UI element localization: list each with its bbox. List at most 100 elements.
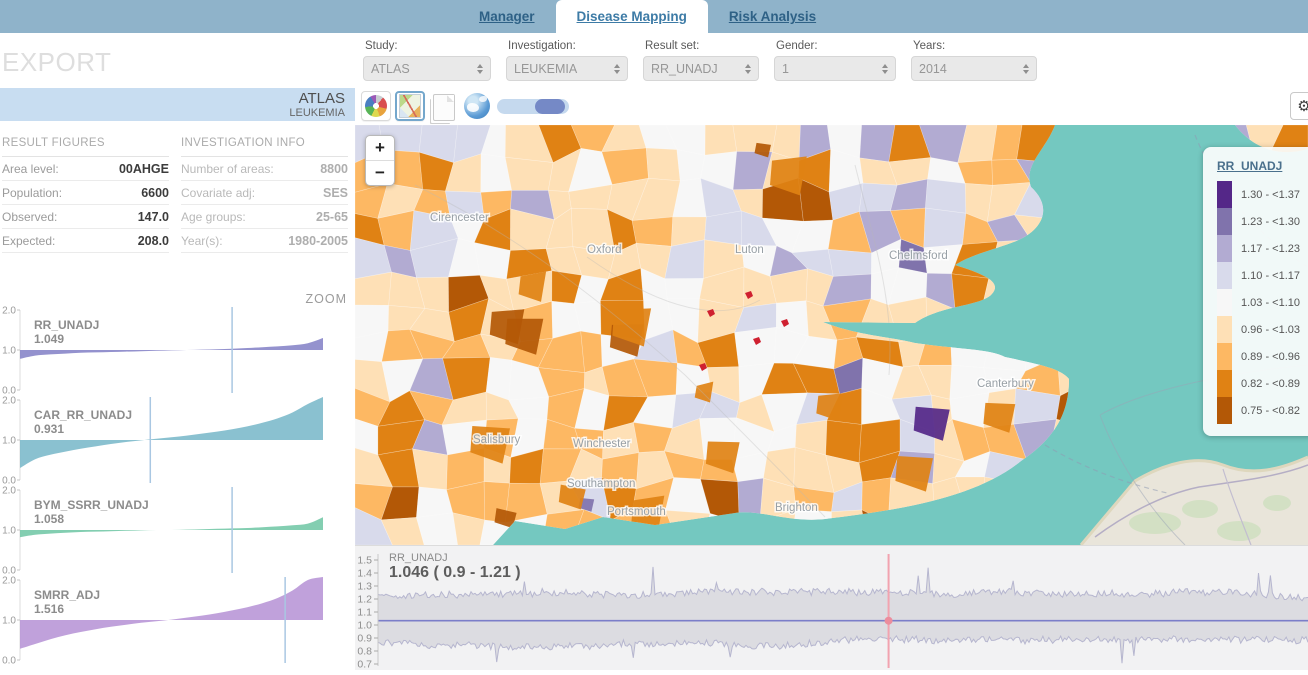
dist-chart-title: SMRR_ADJ: [34, 588, 100, 602]
legend-item: 1.30 - <1.37: [1217, 181, 1305, 208]
table-row: Number of areas: 8800: [181, 157, 348, 181]
stepper-arrows-icon: [477, 64, 483, 74]
export-report-button[interactable]: [433, 94, 455, 121]
row-value: 6600: [141, 186, 169, 200]
select-investigation[interactable]: LEUKEMIA: [506, 56, 628, 81]
stepper-arrows-icon: [882, 64, 888, 74]
row-value: 25-65: [316, 210, 348, 224]
table-row: Area level:00AHGE: [2, 157, 169, 181]
filter-investigation: Investigation: LEUKEMIA: [506, 40, 628, 81]
legend-item: 1.10 - <1.17: [1217, 262, 1305, 289]
city-label-portsmouth: Portsmouth: [607, 506, 666, 518]
row-label: Population:: [2, 186, 62, 200]
map-canvas[interactable]: CirencesterOxfordLutonChelmsfordCanterbu…: [355, 125, 1308, 545]
svg-text:1.0: 1.0: [2, 436, 16, 447]
legend-title: RR_UNADJ: [1217, 159, 1305, 173]
table-row: Observed:147.0: [2, 205, 169, 229]
map-zoom-in-button[interactable]: +: [366, 136, 394, 161]
choropleth-map[interactable]: CirencesterOxfordLutonChelmsfordCanterbu…: [355, 125, 1308, 545]
dist-chart-car-rr-unadj[interactable]: 2.01.00.0CAR_RR_UNADJ0.931: [0, 395, 355, 485]
select-study[interactable]: ATLAS: [363, 56, 491, 81]
rr-band-title: RR_UNADJ: [389, 552, 448, 564]
svg-text:1.0: 1.0: [2, 616, 16, 627]
select-value: 1: [782, 62, 789, 76]
select-gender[interactable]: 1: [774, 56, 896, 81]
svg-text:1.0: 1.0: [2, 526, 16, 537]
svg-text:0.9: 0.9: [357, 633, 372, 645]
map-zoom-out-button[interactable]: −: [366, 161, 394, 185]
tab-manager[interactable]: Manager: [458, 0, 556, 33]
select-years[interactable]: 2014: [911, 56, 1037, 81]
export-section-header[interactable]: EXPORT: [2, 47, 111, 78]
legend-swatch: [1217, 370, 1232, 397]
sidebar-panel: EXPORT ATLAS LEUKEMIA RESULT FIGURES Are…: [0, 33, 355, 670]
svg-text:0.8: 0.8: [357, 646, 372, 658]
stepper-arrows-icon: [1023, 64, 1029, 74]
filter-years: Years: 2014: [911, 40, 1037, 81]
filter-row: Study:ATLASInvestigation:LEUKEMIAResult …: [363, 40, 1037, 81]
svg-text:0.0: 0.0: [2, 566, 16, 576]
dist-chart-title: RR_UNADJ: [34, 318, 99, 332]
basemap-globe-button[interactable]: [464, 93, 490, 119]
map-options-toggle[interactable]: [497, 99, 569, 114]
study-banner-investigation: LEUKEMIA: [0, 107, 345, 120]
map-toolbar: ⚙: [355, 88, 1308, 125]
top-navigation-bar: ManagerDisease MappingRisk Analysis: [0, 0, 1308, 33]
choropleth-map-button[interactable]: [395, 91, 425, 121]
table-row: Expected:208.0: [2, 229, 169, 253]
svg-text:0.0: 0.0: [2, 476, 16, 486]
row-value: SES: [323, 186, 348, 200]
legend-range-label: 1.03 - <1.10: [1241, 297, 1300, 309]
tab-disease-mapping[interactable]: Disease Mapping: [556, 0, 708, 33]
svg-text:1.0: 1.0: [357, 620, 372, 632]
dist-chart-title: BYM_SSRR_UNADJ: [34, 498, 149, 512]
color-scheme-button[interactable]: [361, 91, 391, 121]
result-figures-title: RESULT FIGURES: [2, 137, 169, 157]
select-value: 2014: [919, 62, 947, 76]
dist-chart-value: 1.516: [34, 602, 64, 616]
result-figures-rows: Area level:00AHGE Population: 6600 Observed…: [2, 157, 169, 253]
study-banner: ATLAS LEUKEMIA: [0, 88, 355, 121]
filter-label: Investigation:: [508, 40, 628, 52]
row-value: 8800: [320, 162, 348, 176]
svg-text:1.1: 1.1: [357, 607, 372, 619]
dist-chart-value: 1.049: [34, 332, 64, 346]
map-zoom-control: + −: [365, 135, 395, 186]
table-row: Population: 6600: [2, 181, 169, 205]
svg-text:1.5: 1.5: [357, 555, 372, 567]
legend-rows: 1.30 - <1.371.23 - <1.301.17 - <1.231.10…: [1217, 181, 1305, 424]
city-label-canterbury: Canterbury: [977, 378, 1034, 390]
legend-item: 1.03 - <1.10: [1217, 289, 1305, 316]
legend-item: 0.89 - <0.96: [1217, 343, 1305, 370]
dist-chart-bym-ssrr-unadj[interactable]: 2.01.00.0BYM_SSRR_UNADJ1.058: [0, 485, 355, 575]
row-label: Number of areas:: [181, 162, 274, 176]
map-settings-button[interactable]: ⚙: [1290, 92, 1308, 120]
rr-band-chart[interactable]: 1.51.41.31.21.11.00.90.80.7 RR_UNADJ 1.0…: [355, 545, 1308, 670]
svg-text:1.3: 1.3: [357, 581, 372, 593]
row-label: Area level:: [2, 162, 59, 176]
nav-tabs: ManagerDisease MappingRisk Analysis: [458, 0, 837, 33]
legend-range-label: 1.23 - <1.30: [1241, 216, 1300, 228]
legend-range-label: 0.96 - <1.03: [1241, 324, 1300, 336]
legend-swatch: [1217, 208, 1232, 235]
select-result-set[interactable]: RR_UNADJ: [643, 56, 759, 81]
filter-study: Study:ATLAS: [363, 40, 491, 81]
rr-band-value: 1.046 ( 0.9 - 1.21 ): [389, 564, 521, 582]
dist-chart-value: 0.931: [34, 422, 64, 436]
select-value: LEUKEMIA: [514, 62, 577, 76]
svg-text:2.0: 2.0: [2, 396, 16, 407]
legend-swatch: [1217, 262, 1232, 289]
distribution-zoom-label: ZOOM: [306, 292, 348, 306]
investigation-info-table: INVESTIGATION INFO Number of areas:8800C…: [181, 137, 348, 253]
row-label: Year(s):: [181, 234, 223, 248]
svg-text:0.7: 0.7: [357, 659, 372, 671]
dist-chart-rr-unadj[interactable]: 2.01.00.0RR_UNADJ1.049: [0, 305, 355, 395]
tab-risk-analysis[interactable]: Risk Analysis: [708, 0, 837, 33]
city-label-salisbury: Salisbury: [473, 434, 521, 446]
legend-range-label: 1.10 - <1.17: [1241, 270, 1300, 282]
row-value: 1980-2005: [288, 234, 348, 248]
svg-text:1.0: 1.0: [2, 346, 16, 357]
dist-chart-smrr-adj[interactable]: 2.01.00.0SMRR_ADJ1.516: [0, 575, 355, 665]
city-label-oxford: Oxford: [587, 244, 622, 256]
filter-label: Years:: [913, 40, 1037, 52]
